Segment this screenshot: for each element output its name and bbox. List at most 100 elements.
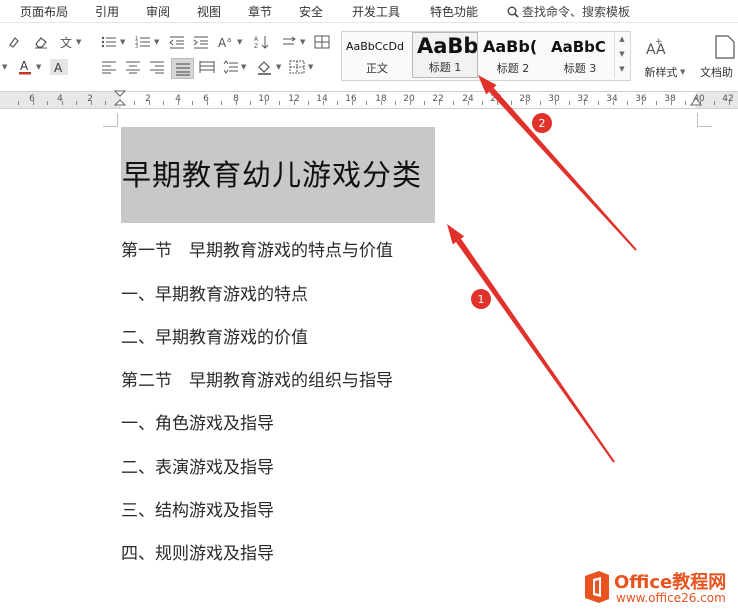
menu-special-features[interactable]: 特色功能 [430,3,478,20]
scroll-up-icon[interactable]: ▲ [615,32,629,47]
ruler-tick [569,101,570,105]
menu-view[interactable]: 视图 [197,3,221,20]
indent-marker-icon[interactable] [114,90,126,108]
numbered-list-icon[interactable]: 123 [134,34,152,50]
ruler-tick-label: 16 [345,94,357,104]
line-spacing-icon[interactable] [281,34,299,50]
right-indent-marker-icon[interactable] [690,97,702,107]
chevron-down-icon[interactable]: ▼ [300,38,305,46]
doc-paragraph[interactable]: 第二节 早期教育游戏的组织与指导 [121,366,393,391]
ruler-tick [221,101,222,105]
svg-text:A: A [218,36,227,49]
phonetic-guide-icon[interactable]: 文 [58,34,76,50]
ruler-tick [192,101,193,105]
doc-paragraph[interactable]: 三、结构游戏及指导 [121,496,274,521]
ruler-tick-label: 6 [29,94,35,104]
svg-text:Z: Z [254,43,258,49]
new-style-icon: AA + [646,37,666,58]
borders-icon[interactable] [288,59,306,75]
chevron-down-icon[interactable]: ▼ [276,63,281,71]
style-heading-2[interactable]: AaBb( 标题 2 [479,32,547,78]
style-heading-2-sample: AaBb( [483,37,538,56]
ruler-tick-label: 6 [203,94,209,104]
doc-paragraph[interactable]: 第一节 早期教育游戏的特点与价值 [121,236,393,261]
chevron-down-icon[interactable]: ▼ [237,38,242,46]
command-search[interactable]: 查找命令、搜索模板 [507,3,630,20]
doc-paragraph[interactable]: 一、角色游戏及指导 [121,409,274,434]
ruler-tick-label: 34 [606,94,618,104]
menu-review[interactable]: 审阅 [146,3,170,20]
menu-page-layout[interactable]: 页面布局 [20,3,68,20]
menu-developer-tools[interactable]: 开发工具 [352,3,400,20]
more-styles-icon[interactable]: ▼ [615,62,629,77]
increase-indent-icon[interactable] [192,34,210,50]
font-color-icon[interactable]: A [16,59,34,75]
ruler-tick-label: 36 [635,94,647,104]
search-icon [507,6,519,18]
ruler-tick [236,101,237,105]
menu-section[interactable]: 章节 [248,3,272,20]
doc-paragraph[interactable]: 二、表演游戏及指导 [121,453,274,478]
doc-paragraph[interactable]: 四、规则游戏及指导 [121,539,274,564]
chevron-down-icon[interactable]: ▼ [76,38,81,46]
style-heading-1[interactable]: AaBb 标题 1 [412,32,478,78]
svg-text:A: A [254,36,259,43]
ruler-tick-label: 14 [316,94,328,104]
ruler-tick-label: 32 [577,94,589,104]
chevron-down-icon[interactable]: ▼ [120,38,125,46]
menu-security[interactable]: 安全 [299,3,323,20]
ruler-tick [613,101,614,105]
ruler-tick [76,101,77,105]
style-normal[interactable]: AaBbCcDd 正文 [342,32,412,78]
ruler-tick-label: 22 [432,94,444,104]
ruler-tick [540,101,541,105]
doc-paragraph[interactable]: 一、早期教育游戏的特点 [121,280,308,305]
scroll-down-icon[interactable]: ▼ [615,47,629,62]
decrease-indent-icon[interactable] [168,34,186,50]
doc-helper-button[interactable]: 文档助 [696,34,738,79]
ruler-tick-label: 2 [87,94,93,104]
ruler-tick [250,101,251,105]
svg-text:+: + [655,37,663,47]
change-case-icon[interactable]: Aa [218,34,236,50]
ruler-tick [685,101,686,105]
eraser-icon[interactable] [32,34,50,50]
format-painter-icon[interactable] [6,34,24,50]
document-title-text: 早期教育幼儿游戏分类 [122,158,423,192]
align-center-icon[interactable] [124,59,142,75]
ruler-tick [207,101,208,105]
style-heading-3[interactable]: AaBbC 标题 3 [547,32,613,78]
bullet-list-icon[interactable] [100,34,118,50]
margin-corner-mark [117,113,118,127]
chevron-down-icon[interactable]: ▼ [154,38,159,46]
new-style-label: 新样式 [644,66,678,79]
ruler-tick [671,101,672,105]
sort-icon[interactable]: AZ [253,34,271,50]
character-shading-icon[interactable]: A [50,59,68,75]
document-icon [715,35,735,59]
styles-scroll: ▲ ▼ ▼ [614,32,629,78]
ruler-tick [468,101,469,105]
chevron-down-icon[interactable]: ▼ [308,63,313,71]
chevron-down-icon[interactable]: ▼ [680,68,685,76]
table-icon[interactable] [313,34,331,50]
chevron-down-icon[interactable]: ▼ [241,63,246,71]
align-right-icon[interactable] [148,59,166,75]
svg-text:A: A [54,61,63,74]
shading-fill-icon[interactable] [256,59,274,75]
watermark-logo: Office教程网 www.office26.com [582,566,738,613]
new-style-button[interactable]: AA + 新样式 ▼ [636,34,686,79]
menu-references[interactable]: 引用 [95,3,119,20]
distributed-align-icon[interactable] [198,59,216,75]
paragraph-spacing-icon[interactable] [222,59,240,75]
ruler-tick [47,101,48,105]
justify-icon[interactable] [171,58,194,79]
ruler-tick-label: 28 [519,94,531,104]
document-title[interactable]: 早期教育幼儿游戏分类 [121,127,435,223]
ruler-tick [714,101,715,105]
align-left-icon[interactable] [100,59,118,75]
doc-paragraph[interactable]: 二、早期教育游戏的价值 [121,323,308,348]
chevron-down-icon[interactable]: ▼ [36,63,41,71]
horizontal-ruler[interactable]: 6 4 2 2 4 6 8 10 12 14 16 18 20 22 24 26 28 30 32 34 36 38 40 4… [0,90,738,109]
chevron-down-icon[interactable]: ▼ [2,63,7,71]
